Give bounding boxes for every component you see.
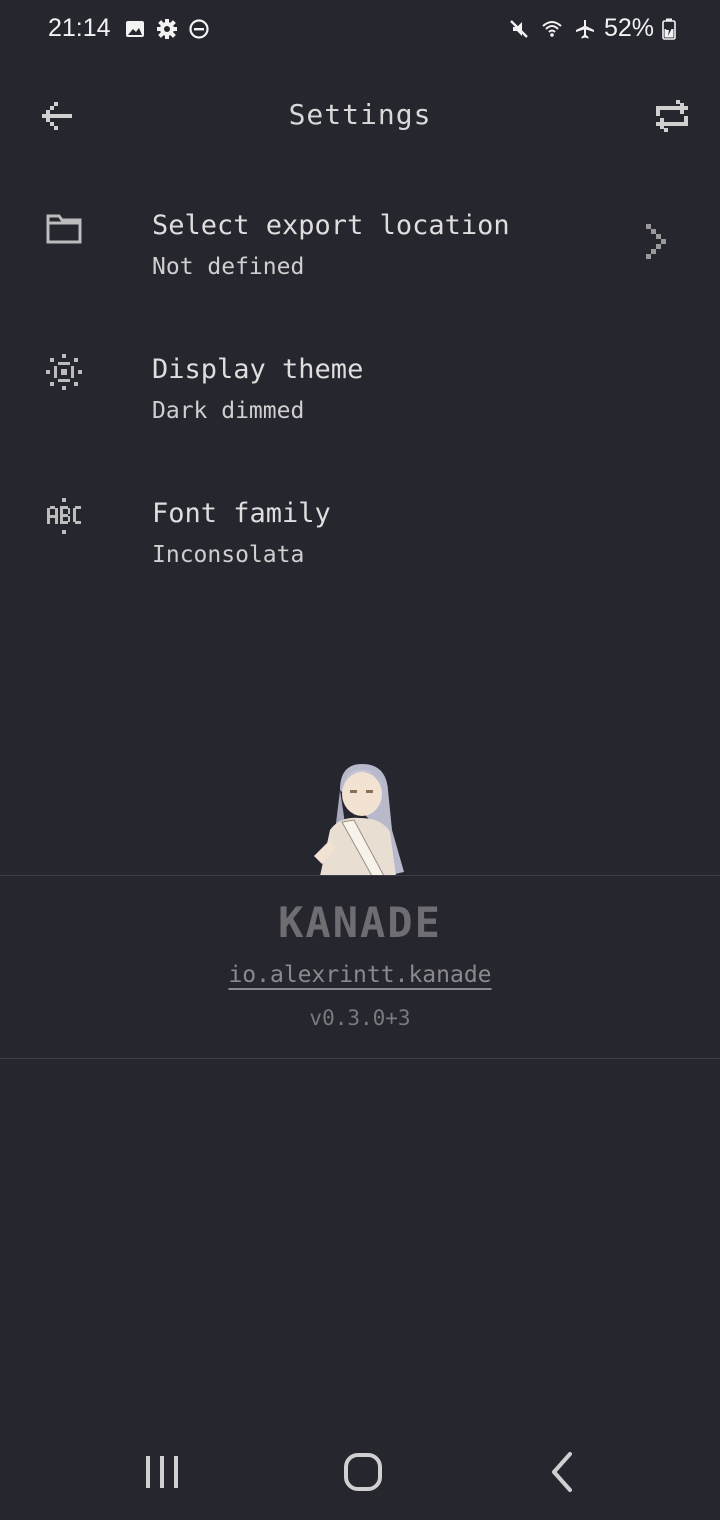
back-nav-button[interactable] xyxy=(540,1448,588,1496)
setting-subtitle: Dark dimmed xyxy=(152,398,305,424)
mascot-illustration xyxy=(314,764,404,876)
setting-font-family[interactable]: Font family Inconsolata xyxy=(0,480,720,624)
status-time: 21:14 xyxy=(48,14,111,42)
back-nav-icon xyxy=(552,1452,572,1492)
wifi-icon xyxy=(542,20,562,37)
swap-icon xyxy=(656,100,688,132)
setting-title: Font family xyxy=(152,498,331,529)
home-button[interactable] xyxy=(339,1448,387,1496)
app-logo-text: KANADE xyxy=(278,898,442,947)
abc-icon xyxy=(47,498,81,534)
settings-list: Select export location Not defined Displ… xyxy=(0,192,720,624)
setting-subtitle: Not defined xyxy=(152,254,305,280)
home-icon xyxy=(344,1453,382,1491)
theme-icon xyxy=(46,354,82,390)
recent-apps-button[interactable] xyxy=(138,1448,186,1496)
setting-export-location[interactable]: Select export location Not defined xyxy=(0,192,720,336)
swap-button[interactable] xyxy=(650,94,694,138)
app-version: v0.3.0+3 xyxy=(309,1006,411,1030)
mute-icon xyxy=(510,19,528,38)
gear-icon xyxy=(157,19,177,39)
recent-apps-icon xyxy=(146,1456,178,1488)
package-link[interactable]: io.alexrintt.kanade xyxy=(228,962,491,988)
status-bar: 21:14 52% xyxy=(0,0,720,60)
chevron-right-icon xyxy=(646,224,666,259)
airplane-icon xyxy=(575,19,594,38)
setting-title: Select export location xyxy=(152,210,510,241)
about-panel: KANADE io.alexrintt.kanade v0.3.0+3 xyxy=(0,875,720,1059)
image-icon xyxy=(126,21,144,37)
page-title: Settings xyxy=(288,98,432,131)
battery-text: 52% xyxy=(603,14,654,42)
status-right: 52% xyxy=(508,14,676,43)
setting-display-theme[interactable]: Display theme Dark dimmed xyxy=(0,336,720,480)
status-left-icons xyxy=(124,18,210,40)
screen: 21:14 52% Settings Select export locatio… xyxy=(0,0,720,1520)
navigation-bar xyxy=(0,1424,720,1520)
setting-subtitle: Inconsolata xyxy=(152,542,305,568)
do-not-disturb-icon xyxy=(189,19,209,39)
battery-icon xyxy=(662,18,676,40)
package-link-row: io.alexrintt.kanade xyxy=(0,962,720,988)
setting-title: Display theme xyxy=(152,354,364,385)
folder-icon xyxy=(46,214,82,244)
app-bar: Settings xyxy=(0,80,720,152)
